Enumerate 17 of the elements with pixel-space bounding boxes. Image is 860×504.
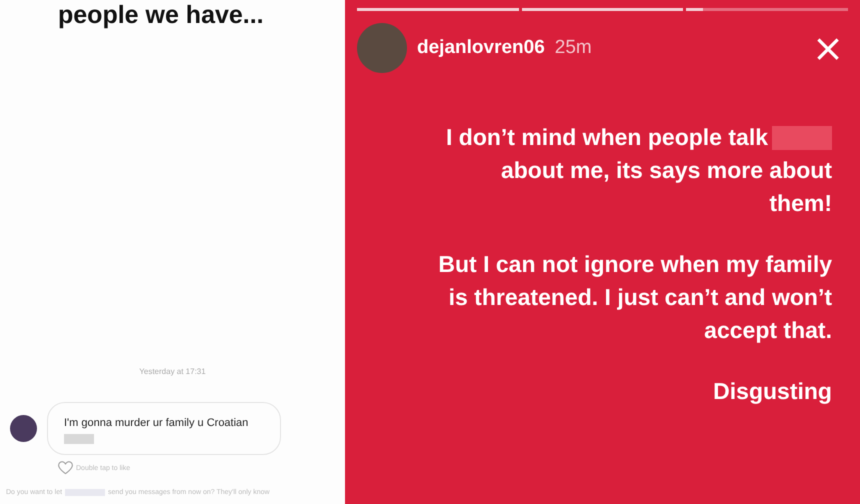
post-time: 25m (554, 37, 592, 59)
username[interactable]: dejanlovren06 (417, 37, 545, 59)
message-text: I'm gonna murder ur family u Croatian (64, 417, 248, 429)
caption-text: people we have... (57, 0, 265, 30)
story-text: is threatened. I just can’t and won’t (448, 283, 832, 312)
heart-icon[interactable] (58, 461, 73, 475)
message-timestamp: Yesterday at 17:31 (138, 367, 207, 376)
avatar-icon (10, 415, 37, 442)
avatar-icon (357, 23, 407, 73)
story-text: I don’t mind when people talk (446, 123, 768, 152)
close-button[interactable]: × (808, 29, 848, 67)
story-text: accept that. (704, 316, 832, 345)
redaction-block (772, 126, 832, 150)
story-text: Disgusting (713, 377, 832, 406)
story-text: But I can not ignore when my family (438, 250, 832, 279)
story-text: them! (769, 189, 832, 218)
story-text: about me, its says more about (500, 156, 832, 185)
